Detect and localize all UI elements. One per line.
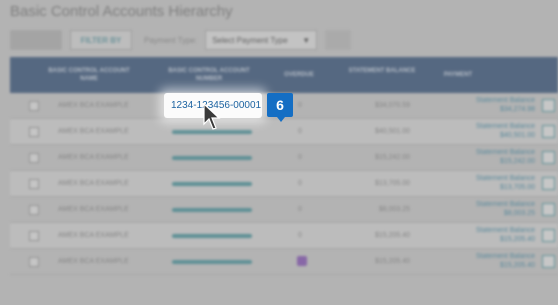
row-checkbox[interactable] (29, 179, 39, 189)
payment-link[interactable]: Statement Balance $13,705.00 (476, 174, 535, 192)
statement-balance: $40,501.00 (374, 128, 410, 135)
payment-link[interactable]: Statement Balance $34,274.98 (476, 96, 535, 114)
header-statement-balance: STATEMENT BALANCE (348, 68, 416, 74)
filter-by-button[interactable]: FILTER BY (70, 30, 132, 50)
payment-type-label: Payment Type: (144, 35, 198, 45)
row-checkbox[interactable] (29, 231, 39, 241)
header-account-number: BASIC CONTROL ACCOUNT NUMBER (168, 68, 250, 82)
account-name: AMEX BCA EXAMPLE (58, 232, 129, 239)
payment-amount: $15,242.00 (499, 158, 535, 165)
account-name: AMEX BCA EXAMPLE (58, 180, 129, 187)
payment-label: Statement Balance (475, 123, 535, 130)
dropdown-arrow-icon: ▼ (302, 35, 311, 45)
stage: Basic Control Accounts Hierarchy FILTER … (0, 0, 558, 305)
payment-amount: $8,003.25 (503, 210, 535, 217)
header-payment: PAYMENT (443, 72, 473, 78)
toolbar-blank-button[interactable] (10, 30, 62, 50)
account-name: AMEX BCA EXAMPLE (58, 258, 129, 265)
row-checkbox[interactable] (29, 205, 39, 215)
overdue-count: 0 (298, 154, 302, 161)
statement-balance: $13,705.00 (374, 180, 410, 187)
table-row: AMEX BCA EXAMPLE $15,205.40 Statement Ba… (10, 249, 558, 275)
row-checkbox[interactable] (29, 153, 39, 163)
statement-balance: $8,003.25 (378, 206, 410, 213)
statement-balance: $15,205.40 (374, 232, 410, 239)
payment-amount: $34,274.98 (499, 106, 535, 113)
payment-amount: $13,705.00 (499, 184, 535, 191)
payment-label: Statement Balance (475, 227, 535, 234)
payment-link[interactable]: Statement Balance $15,205.40 (476, 252, 535, 270)
payment-amount: $15,205.40 (499, 236, 535, 243)
toolbar-go-button[interactable] (325, 30, 352, 50)
account-name: AMEX BCA EXAMPLE (58, 102, 129, 109)
payment-type-select[interactable]: Select Payment Type ▼ (205, 30, 318, 50)
toolbar: FILTER BY Payment Type: Select Payment T… (10, 30, 352, 50)
overdue-badge (297, 256, 307, 266)
account-name: AMEX BCA EXAMPLE (58, 206, 129, 213)
payment-checkbox[interactable] (542, 99, 555, 112)
page-title: Basic Control Accounts Hierarchy (10, 3, 233, 20)
overdue-count: 0 (298, 102, 302, 109)
account-number-redacted[interactable] (172, 208, 252, 212)
account-number-redacted[interactable] (172, 182, 252, 186)
table-row: AMEX BCA EXAMPLE 0 $8,003.25 Statement B… (10, 197, 558, 223)
payment-label: Statement Balance (475, 253, 535, 260)
payment-amount: $40,501.00 (499, 132, 535, 139)
payment-label: Statement Balance (475, 201, 535, 208)
payment-label: Statement Balance (475, 175, 535, 182)
payment-label: Statement Balance (475, 149, 535, 156)
accounts-table: BASIC CONTROL ACCOUNT NAME BASIC CONTROL… (10, 57, 558, 275)
payment-link[interactable]: Statement Balance $40,501.00 (476, 122, 535, 140)
row-checkbox[interactable] (29, 101, 39, 111)
overdue-count: 0 (298, 232, 302, 239)
payment-checkbox[interactable] (542, 151, 555, 164)
blurred-background: Basic Control Accounts Hierarchy FILTER … (0, 0, 558, 305)
overdue-count: 0 (298, 180, 302, 187)
payment-link[interactable]: Statement Balance $8,003.25 (476, 200, 535, 218)
overdue-count: 0 (298, 128, 302, 135)
account-name: AMEX BCA EXAMPLE (58, 154, 129, 161)
table-header: BASIC CONTROL ACCOUNT NAME BASIC CONTROL… (10, 57, 558, 93)
payment-checkbox[interactable] (542, 177, 555, 190)
payment-checkbox[interactable] (542, 255, 555, 268)
payment-link[interactable]: Statement Balance $15,205.40 (476, 226, 535, 244)
statement-balance: $15,242.00 (374, 154, 410, 161)
overdue-count: 0 (298, 206, 302, 213)
table-row: AMEX BCA EXAMPLE 0 $40,501.00 Statement … (10, 119, 558, 145)
account-name: AMEX BCA EXAMPLE (58, 128, 129, 135)
payment-label: Statement Balance (475, 97, 535, 104)
row-checkbox[interactable] (29, 127, 39, 137)
table-row: AMEX BCA EXAMPLE 0 $15,205.40 Statement … (10, 223, 558, 249)
account-number-redacted[interactable] (172, 234, 252, 238)
payment-checkbox[interactable] (542, 229, 555, 242)
payment-link[interactable]: Statement Balance $15,242.00 (476, 148, 535, 166)
payment-amount: $15,205.40 (499, 262, 535, 269)
table-row: AMEX BCA EXAMPLE 0 $15,242.00 Statement … (10, 145, 558, 171)
row-checkbox[interactable] (29, 257, 39, 267)
statement-balance: $34,070.59 (374, 102, 410, 109)
header-account-name: BASIC CONTROL ACCOUNT NAME (48, 68, 130, 82)
payment-checkbox[interactable] (542, 203, 555, 216)
step-badge: 6 (267, 93, 293, 122)
account-number-redacted[interactable] (172, 260, 252, 264)
payment-type-value: Select Payment Type (212, 35, 288, 45)
header-overdue: OVERDUE (284, 72, 314, 78)
table-row: AMEX BCA EXAMPLE 0 $13,705.00 Statement … (10, 171, 558, 197)
mouse-cursor-icon (203, 103, 221, 130)
payment-checkbox[interactable] (542, 125, 555, 138)
account-number-redacted[interactable] (172, 156, 252, 160)
statement-balance: $15,205.40 (374, 258, 410, 265)
